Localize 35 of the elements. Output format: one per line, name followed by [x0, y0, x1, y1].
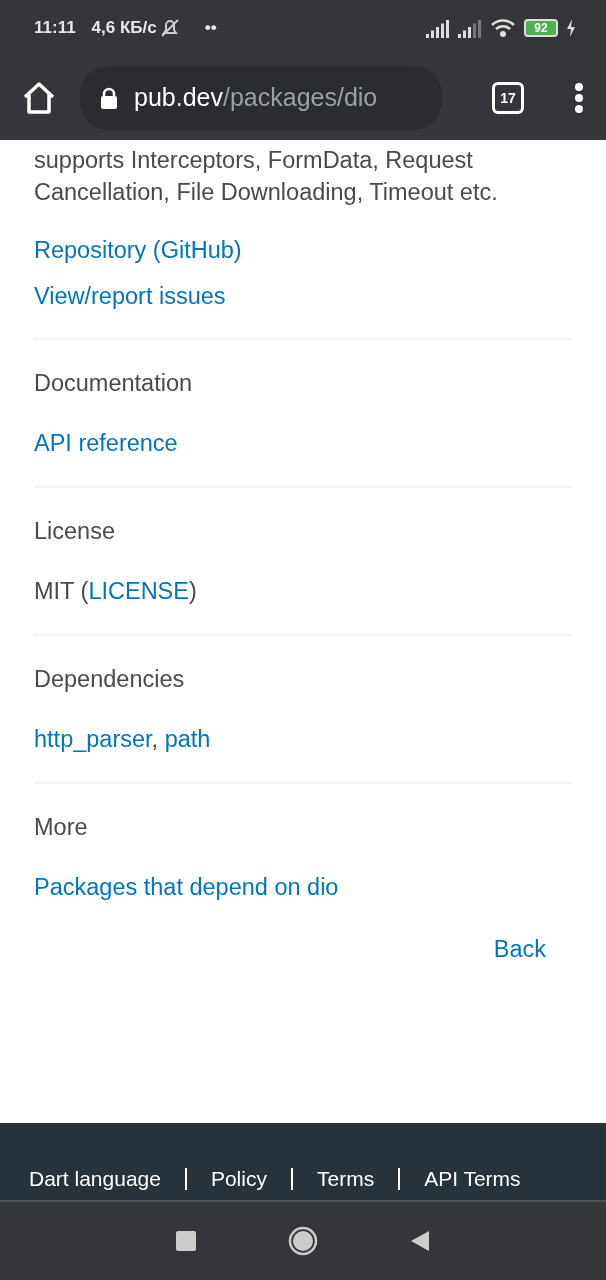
- address-bar[interactable]: pub.dev/packages/dio: [80, 66, 442, 130]
- clock-time: 11:11: [34, 17, 76, 40]
- signal-icon: [458, 18, 482, 38]
- wifi-icon: [490, 18, 516, 38]
- home-button[interactable]: [288, 1226, 318, 1256]
- link[interactable]: LICENSE: [88, 578, 189, 604]
- signal-icon: [426, 18, 450, 38]
- notification-dots: ••: [204, 17, 217, 40]
- network-speed: 4,6 КБ/с: [91, 17, 157, 40]
- charging-icon: [566, 19, 576, 37]
- battery-level: 92: [524, 19, 558, 37]
- link[interactable]: Packages that depend on dio: [34, 874, 339, 900]
- link[interactable]: http_parser: [34, 726, 152, 752]
- info-text: MIT (LICENSE): [34, 577, 198, 606]
- info-text: http_parser, path: [34, 725, 212, 754]
- link[interactable]: API reference: [34, 430, 178, 456]
- description-text: supports Interceptors, FormData, Request Cancellation, File Downloading, Timeout etc.: [34, 146, 499, 207]
- section-heading: License: [34, 517, 116, 546]
- back-button[interactable]: [410, 1230, 430, 1252]
- more-menu-icon[interactable]: [574, 83, 584, 113]
- tab-count-button[interactable]: 17: [492, 82, 524, 114]
- footer-link[interactable]: Policy: [210, 1162, 267, 1194]
- footer-link[interactable]: Terms: [316, 1162, 375, 1194]
- section-heading: More: [34, 813, 89, 842]
- link[interactable]: path: [164, 726, 211, 752]
- link[interactable]: Repository (GitHub): [34, 237, 242, 263]
- lock-icon: [100, 87, 118, 109]
- back-link[interactable]: Back: [493, 933, 546, 965]
- link[interactable]: View/report issues: [34, 283, 226, 309]
- footer-link[interactable]: Dart language: [29, 1162, 161, 1194]
- url-text: pub.dev/packages/dio: [134, 82, 378, 114]
- footer-link[interactable]: API Terms: [424, 1162, 521, 1194]
- section-heading: Dependencies: [34, 665, 186, 694]
- home-icon[interactable]: [22, 81, 56, 115]
- section-heading: Documentation: [34, 369, 194, 398]
